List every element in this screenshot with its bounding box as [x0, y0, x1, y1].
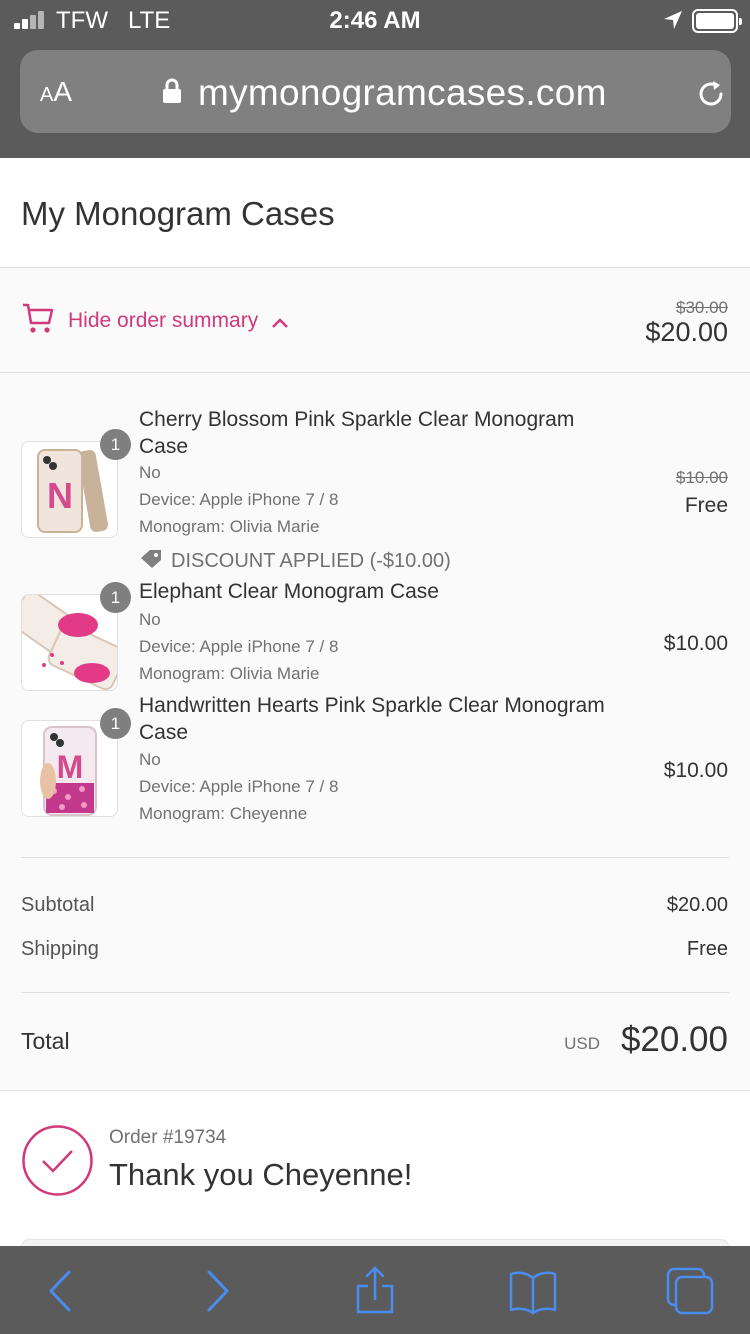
battery-icon — [692, 9, 742, 33]
summary-total: $20.00 — [645, 317, 728, 347]
status-time: 2:46 AM — [329, 7, 421, 34]
share-icon[interactable] — [350, 1266, 400, 1316]
product-name: Elephant Clear Monogram Case — [139, 580, 439, 603]
original-total: $30.00 — [676, 298, 728, 317]
url-text[interactable]: mymonogramcases.com — [198, 72, 607, 114]
checkmark-circle-icon — [22, 1125, 93, 1196]
shipping-value: Free — [686, 938, 728, 960]
product-monogram: Monogram: Olivia Marie — [139, 664, 320, 683]
quantity-badge: 1 — [100, 708, 131, 739]
order-number: Order #19734 — [109, 1127, 227, 1148]
total-label: Total — [21, 1028, 70, 1054]
order-summary-toggle[interactable]: Hide order summary $30.00 $20.00 — [0, 269, 750, 373]
product-device: Device: Apple iPhone 7 / 8 — [139, 490, 339, 509]
product-name: Cherry Blossom Pink Sparkle Clear Monogr… — [139, 408, 575, 458]
forward-icon[interactable] — [192, 1266, 242, 1316]
hide-order-summary-label[interactable]: Hide order summary — [68, 309, 258, 333]
total-value: $20.00 — [620, 1020, 728, 1059]
thumb-monogram-letter: M — [57, 749, 84, 785]
thank-you-message: Thank you Cheyenne! — [109, 1157, 413, 1192]
browser-chrome: TFW LTE 2:46 AM AA mymonogramcases.com — [0, 0, 750, 158]
quantity-badge: 1 — [100, 582, 131, 613]
subtotal-label: Subtotal — [21, 894, 95, 916]
back-icon[interactable] — [36, 1266, 86, 1316]
chevron-up-icon — [272, 318, 288, 328]
quantity-badge: 1 — [100, 429, 131, 460]
reload-icon[interactable] — [694, 77, 728, 111]
tabs-icon[interactable] — [665, 1266, 715, 1316]
divider — [21, 992, 729, 993]
product-device: Device: Apple iPhone 7 / 8 — [139, 637, 339, 656]
address-bar[interactable]: AA mymonogramcases.com — [20, 50, 731, 133]
item-price: Free — [684, 494, 728, 517]
product-option: No — [139, 750, 161, 769]
text-size-button[interactable]: AA — [40, 76, 72, 108]
product-device: Device: Apple iPhone 7 / 8 — [139, 777, 339, 796]
browser-toolbar — [0, 1246, 750, 1334]
original-price: $10.00 — [676, 468, 728, 487]
product-name: Handwritten Hearts Pink Sparkle Clear Mo… — [139, 694, 605, 744]
thumb-monogram-letter: N — [47, 475, 73, 516]
location-arrow-icon — [664, 11, 682, 29]
cart-icon — [23, 303, 54, 333]
product-thumbnail: M — [21, 720, 118, 817]
product-monogram: Monogram: Olivia Marie — [139, 517, 320, 536]
store-header: My Monogram Cases — [0, 158, 750, 268]
tag-icon — [141, 550, 161, 568]
divider — [21, 857, 729, 858]
item-price: $10.00 — [663, 759, 728, 782]
status-bar: TFW LTE 2:46 AM — [0, 0, 750, 42]
bookmarks-icon[interactable] — [508, 1266, 558, 1316]
product-option: No — [139, 610, 161, 629]
store-name[interactable]: My Monogram Cases — [21, 195, 335, 233]
product-thumbnail — [21, 594, 118, 691]
shipping-label: Shipping — [21, 938, 99, 960]
order-confirmation: Order #19734 Thank you Cheyenne! — [0, 1090, 750, 1247]
product-thumbnail: N — [21, 441, 118, 538]
discount-applied: DISCOUNT APPLIED (-$10.00) — [139, 549, 451, 573]
product-option: No — [139, 463, 161, 482]
lock-icon — [163, 78, 181, 103]
product-monogram: Monogram: Cheyenne — [139, 804, 308, 823]
discount-text: DISCOUNT APPLIED (-$10.00) — [171, 550, 451, 572]
currency-code: USD — [564, 1034, 600, 1053]
subtotal-value: $20.00 — [666, 894, 728, 916]
item-price: $10.00 — [663, 632, 728, 655]
